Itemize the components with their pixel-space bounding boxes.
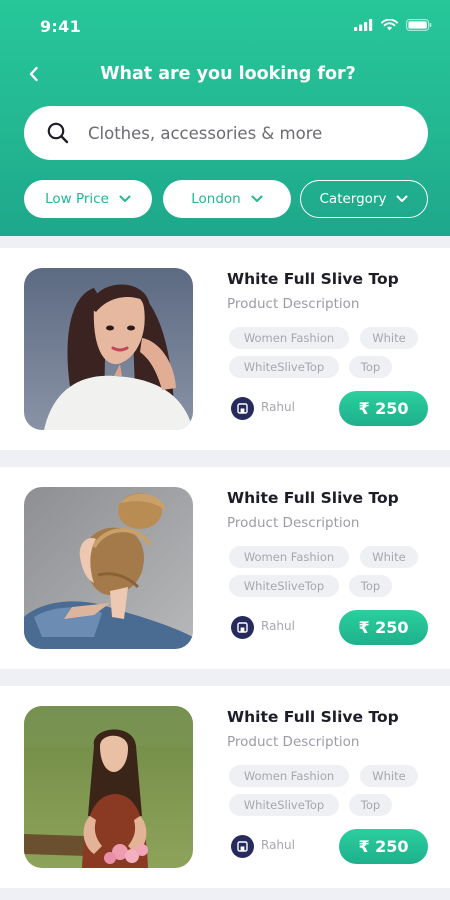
product-tag[interactable]: White <box>360 546 418 568</box>
store-icon <box>237 403 248 414</box>
store-icon <box>237 841 248 852</box>
product-image[interactable] <box>24 706 193 868</box>
seller-avatar <box>231 616 254 639</box>
seller-name: Rahul <box>261 619 295 633</box>
seller-avatar <box>231 835 254 858</box>
product-title: White Full Slive Top <box>227 489 399 507</box>
filter-label: Low Price <box>45 191 109 207</box>
product-image[interactable] <box>24 487 193 649</box>
product-title: White Full Slive Top <box>227 270 399 288</box>
product-tag[interactable]: Top <box>349 794 392 816</box>
search-input[interactable] <box>88 123 408 143</box>
seller-name: Rahul <box>261 400 295 414</box>
filter-low-price[interactable]: Low Price <box>24 180 152 218</box>
seller-avatar <box>231 397 254 420</box>
product-card[interactable]: White Full Slive Top Product Description… <box>0 686 450 888</box>
status-time: 9:41 <box>40 17 81 36</box>
product-card[interactable]: White Full Slive Top Product Description… <box>0 467 450 669</box>
product-tag[interactable]: Top <box>349 575 392 597</box>
product-title: White Full Slive Top <box>227 708 399 726</box>
nav-row: What are you looking for? <box>0 58 450 94</box>
chevron-down-icon <box>396 195 408 202</box>
search-icon <box>47 122 69 144</box>
header: 9:41 What are you looking for? Clothes, … <box>0 0 450 236</box>
product-description: Product Description <box>227 734 360 750</box>
wifi-icon <box>381 19 398 31</box>
product-tag[interactable]: WhiteSliveTop <box>229 356 339 378</box>
price-button[interactable]: ₹ 250 <box>339 391 428 426</box>
search-bar[interactable] <box>24 106 428 160</box>
product-description: Product Description <box>227 296 360 312</box>
price-button[interactable]: ₹ 250 <box>339 610 428 645</box>
product-tag[interactable]: WhiteSliveTop <box>229 794 339 816</box>
filter-label: Catergory <box>319 191 387 207</box>
status-bar: 9:41 <box>0 0 450 50</box>
battery-icon <box>406 19 432 31</box>
seller-name: Rahul <box>261 838 295 852</box>
store-icon <box>237 622 248 633</box>
product-tag[interactable]: White <box>360 765 418 787</box>
product-card[interactable]: White Full Slive Top Product Description… <box>0 248 450 450</box>
signal-icon <box>354 19 373 31</box>
chevron-down-icon <box>119 195 131 202</box>
product-tag[interactable]: White <box>360 327 418 349</box>
product-tag[interactable]: Women Fashion <box>229 546 349 568</box>
product-tag[interactable]: Women Fashion <box>229 327 349 349</box>
filter-label: London <box>191 191 241 207</box>
price-button[interactable]: ₹ 250 <box>339 829 428 864</box>
product-image[interactable] <box>24 268 193 430</box>
product-description: Product Description <box>227 515 360 531</box>
product-tag[interactable]: WhiteSliveTop <box>229 575 339 597</box>
chevron-down-icon <box>251 195 263 202</box>
filter-category[interactable]: Catergory <box>300 180 428 218</box>
filter-location[interactable]: London <box>163 180 291 218</box>
page-title: What are you looking for? <box>100 64 356 84</box>
product-tag[interactable]: Top <box>349 356 392 378</box>
product-tag[interactable]: Women Fashion <box>229 765 349 787</box>
status-icons <box>354 19 432 31</box>
